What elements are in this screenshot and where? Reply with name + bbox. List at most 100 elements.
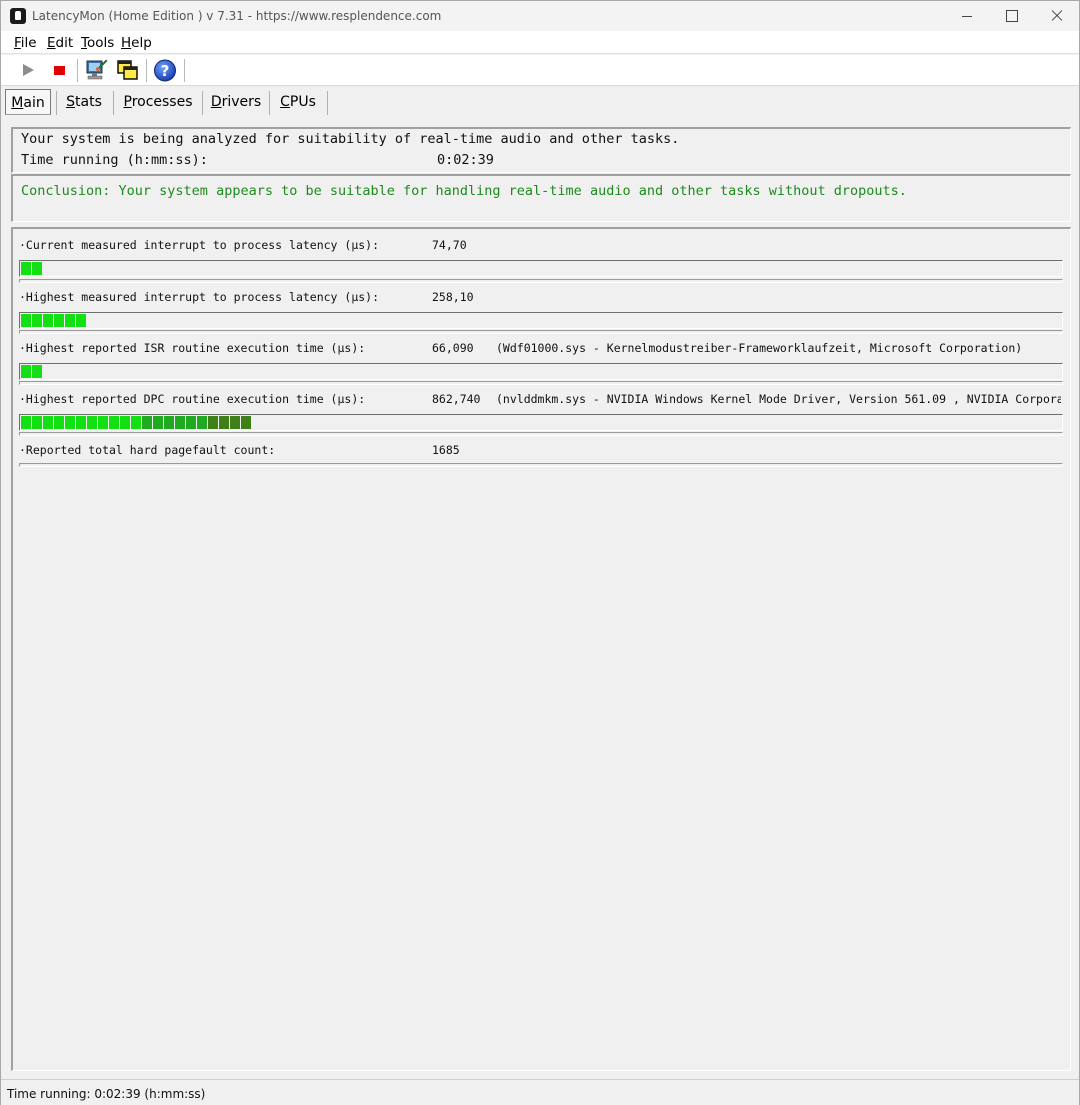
tab-cpus[interactable]: CPUs	[274, 89, 322, 115]
latencymon-window: LatencyMon (Home Edition ) v 7.31 - http…	[0, 0, 1080, 1105]
latency-meter	[19, 260, 1063, 277]
windows-glyph	[117, 60, 138, 80]
window-title: LatencyMon (Home Edition ) v 7.31 - http…	[32, 9, 442, 23]
tab-separator	[202, 91, 203, 115]
tab-strip: Main Stats Processes Drivers CPUs	[1, 87, 1079, 119]
monitor-icon[interactable]	[83, 58, 109, 83]
meter-divider	[19, 279, 1063, 283]
meter-fill	[21, 314, 87, 327]
title-bar: LatencyMon (Home Edition ) v 7.31 - http…	[1, 1, 1079, 31]
latency-meter	[19, 414, 1063, 431]
conclusion-text: Conclusion: Your system appears to be su…	[21, 183, 907, 199]
meter-segment	[21, 262, 31, 275]
tab-separator	[269, 91, 270, 115]
meter-segment	[175, 416, 185, 429]
toolbar-separator	[77, 59, 78, 82]
meter-segment	[98, 416, 108, 429]
meter-segment	[32, 365, 42, 378]
menu-tools[interactable]: Tools	[81, 35, 114, 51]
meter-segment	[76, 314, 86, 327]
monitor-glyph	[86, 59, 108, 80]
meter-segment	[21, 365, 31, 378]
tab-separator	[327, 91, 328, 115]
meter-segment	[21, 416, 31, 429]
meter-segment	[131, 416, 141, 429]
metric-label: ·Current measured interrupt to process l…	[19, 238, 380, 252]
conclusion-panel: Conclusion: Your system appears to be su…	[11, 174, 1071, 222]
metric-label: ·Highest reported ISR routine execution …	[19, 341, 366, 355]
meter-segment	[241, 416, 251, 429]
meter-segment	[32, 416, 42, 429]
tab-stats[interactable]: Stats	[61, 89, 107, 115]
meter-divider	[19, 330, 1063, 334]
metric-label: ·Reported total hard pagefault count:	[19, 443, 276, 457]
metrics-panel: ·Current measured interrupt to process l…	[11, 227, 1071, 1071]
meter-segment	[76, 416, 86, 429]
tab-processes[interactable]: Processes	[118, 89, 198, 115]
metric-value: 66,090	[432, 341, 474, 355]
meter-segment	[197, 416, 207, 429]
meter-segment	[43, 314, 53, 327]
toolbar-separator	[146, 59, 147, 82]
meter-segment	[219, 416, 229, 429]
meter-segment	[164, 416, 174, 429]
stop-icon[interactable]	[46, 58, 72, 83]
meter-segment	[208, 416, 218, 429]
close-icon[interactable]	[1034, 1, 1080, 31]
meter-segment	[120, 416, 130, 429]
status-bar-text: Time running: 0:02:39 (h:mm:ss)	[7, 1087, 206, 1101]
metric-label: ·Highest measured interrupt to process l…	[19, 290, 380, 304]
meter-segment	[32, 314, 42, 327]
meter-segment	[43, 416, 53, 429]
meter-segment	[65, 314, 75, 327]
svg-text:?: ?	[161, 62, 170, 80]
tab-main[interactable]: Main	[5, 89, 51, 115]
tab-drivers[interactable]: Drivers	[207, 89, 265, 115]
status-bar: Time running: 0:02:39 (h:mm:ss)	[1, 1079, 1079, 1105]
meter-segment	[109, 416, 119, 429]
metric-value: 862,740	[432, 392, 481, 406]
meter-fill	[21, 416, 252, 429]
help-icon[interactable]: ?	[152, 58, 178, 83]
time-running-label: Time running (h:mm:ss):	[21, 152, 208, 168]
meter-segment	[21, 314, 31, 327]
menu-edit[interactable]: Edit	[47, 35, 73, 51]
metric-value: 258,10	[432, 290, 474, 304]
meter-segment	[65, 416, 75, 429]
latency-meter	[19, 312, 1063, 329]
toolbar: ?	[1, 55, 1079, 86]
analysis-status-panel: Your system is being analyzed for suitab…	[11, 127, 1071, 173]
meter-segment	[54, 314, 64, 327]
maximize-icon[interactable]	[989, 1, 1035, 31]
metric-value: 74,70	[432, 238, 467, 252]
meter-divider	[19, 381, 1063, 385]
metric-label: ·Highest reported DPC routine execution …	[19, 392, 366, 406]
meter-segment	[186, 416, 196, 429]
menu-help[interactable]: Help	[121, 35, 152, 51]
analysis-line: Your system is being analyzed for suitab…	[21, 131, 680, 147]
meter-fill	[21, 262, 43, 275]
meter-segment	[32, 262, 42, 275]
meter-divider	[19, 432, 1063, 436]
meter-segment	[87, 416, 97, 429]
time-running-value: 0:02:39	[437, 152, 494, 168]
minimize-icon[interactable]	[943, 1, 989, 31]
toolbar-separator	[184, 59, 185, 82]
metric-detail: (Wdf01000.sys - Kernelmodustreiber-Frame…	[496, 341, 1023, 355]
meter-fill	[21, 365, 43, 378]
meter-divider	[19, 463, 1063, 467]
meter-segment	[142, 416, 152, 429]
app-icon	[10, 8, 26, 24]
windows-icon[interactable]	[115, 58, 141, 83]
tab-separator	[56, 91, 57, 115]
latency-meter	[19, 363, 1063, 380]
menu-bar: File Edit Tools Help	[1, 31, 1079, 54]
metric-detail: (nvlddmkm.sys - NVIDIA Windows Kernel Mo…	[496, 392, 1061, 406]
menu-file[interactable]: File	[14, 35, 37, 51]
tab-separator	[113, 91, 114, 115]
meter-segment	[153, 416, 163, 429]
meter-segment	[230, 416, 240, 429]
play-icon[interactable]	[15, 58, 41, 83]
metric-value: 1685	[432, 443, 460, 457]
meter-segment	[54, 416, 64, 429]
